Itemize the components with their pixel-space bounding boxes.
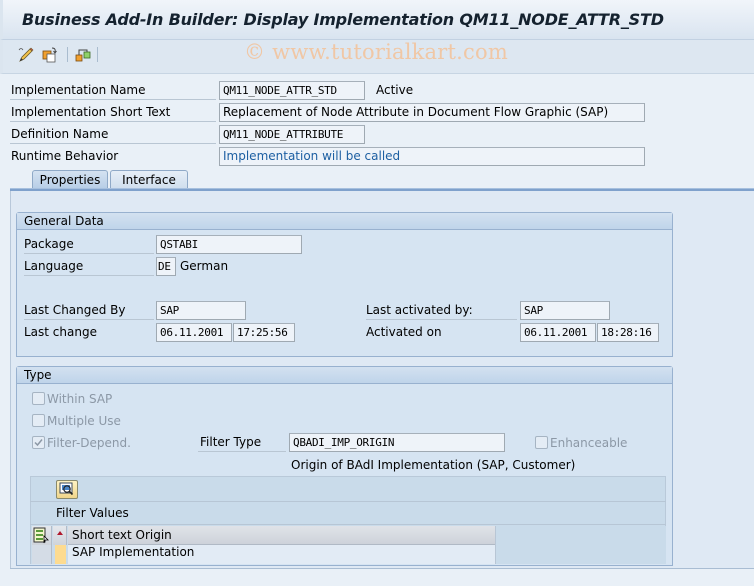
filter-type-field[interactable]: QBADI_IMP_ORIGIN <box>289 433 505 452</box>
activated-on-time-field[interactable]: 18:28:16 <box>597 323 659 342</box>
sort-ascending-icon <box>57 531 63 535</box>
language-code-field[interactable]: DE <box>156 257 176 276</box>
last-change-date-field[interactable]: 06.11.2001 <box>156 323 232 342</box>
within-sap-label: Within SAP <box>47 392 113 406</box>
definition-name-field[interactable]: QM11_NODE_ATTRIBUTE <box>219 125 365 144</box>
toolbar-separator <box>97 47 98 62</box>
runtime-behavior-field[interactable]: Implementation will be called <box>219 147 645 166</box>
short-text-field[interactable]: Replacement of Node Attribute in Documen… <box>219 103 645 122</box>
within-sap-checkbox[interactable] <box>32 392 45 405</box>
impl-name-label: Implementation Name <box>10 81 216 100</box>
select-all-button[interactable] <box>32 526 52 545</box>
impl-status-text: Active <box>376 83 414 97</box>
type-group-title: Type <box>17 367 672 384</box>
find-button[interactable] <box>56 480 78 499</box>
multiple-use-checkbox[interactable] <box>32 414 45 427</box>
find-icon <box>59 482 74 496</box>
column-header-short-text-origin[interactable]: Short text Origin <box>68 526 495 545</box>
table-empty-area <box>495 526 666 564</box>
package-label: Package <box>24 235 154 254</box>
activated-on-label: Activated on <box>366 325 442 339</box>
other-object-icon[interactable] <box>41 46 59 64</box>
table-toolbar <box>30 476 666 502</box>
filter-type-description: Origin of BAdI Implementation (SAP, Cust… <box>291 458 576 472</box>
sort-column[interactable] <box>53 526 67 545</box>
panel-bottom-border <box>10 568 754 569</box>
display-change-icon[interactable] <box>17 46 35 64</box>
watermark: © www.tutorialkart.com <box>244 40 508 64</box>
activated-on-date-field[interactable]: 06.11.2001 <box>520 323 596 342</box>
filter-depend-label: Filter-Depend. <box>47 436 131 450</box>
tab-properties[interactable]: Properties <box>32 170 108 189</box>
language-name-text: German <box>180 259 229 273</box>
package-field[interactable]: QSTABI <box>156 235 302 254</box>
filter-type-label: Filter Type <box>198 433 286 452</box>
general-data-title: General Data <box>17 213 672 230</box>
last-activated-by-field[interactable]: SAP <box>520 301 610 320</box>
tab-interface[interactable]: Interface <box>110 170 188 189</box>
row-key-marker <box>55 545 66 564</box>
window-title: Business Add-In Builder: Display Impleme… <box>22 10 664 29</box>
filter-depend-checkbox[interactable] <box>32 436 45 449</box>
language-label: Language <box>24 257 154 276</box>
short-text-label: Implementation Short Text <box>10 103 216 122</box>
activate-icon[interactable] <box>74 46 92 64</box>
last-changed-by-label: Last Changed By <box>24 301 154 320</box>
impl-name-field[interactable]: QM11_NODE_ATTR_STD <box>219 81 365 100</box>
filter-values-caption: Filter Values <box>56 506 129 520</box>
select-all-icon <box>33 527 49 544</box>
last-change-time-field[interactable]: 17:25:56 <box>233 323 295 342</box>
enhanceable-checkbox[interactable] <box>535 436 548 449</box>
last-activated-by-label: Last activated by: <box>366 301 517 320</box>
definition-name-label: Definition Name <box>10 125 216 144</box>
last-changed-by-field[interactable]: SAP <box>156 301 246 320</box>
table-row[interactable]: SAP Implementation <box>68 545 495 564</box>
checkmark-icon <box>34 439 43 447</box>
enhanceable-label: Enhanceable <box>550 436 628 450</box>
multiple-use-label: Multiple Use <box>47 414 121 428</box>
runtime-behavior-label: Runtime Behavior <box>11 149 119 163</box>
row-selector[interactable] <box>32 545 52 564</box>
last-change-label: Last change <box>24 325 97 339</box>
toolbar-separator <box>67 47 68 62</box>
